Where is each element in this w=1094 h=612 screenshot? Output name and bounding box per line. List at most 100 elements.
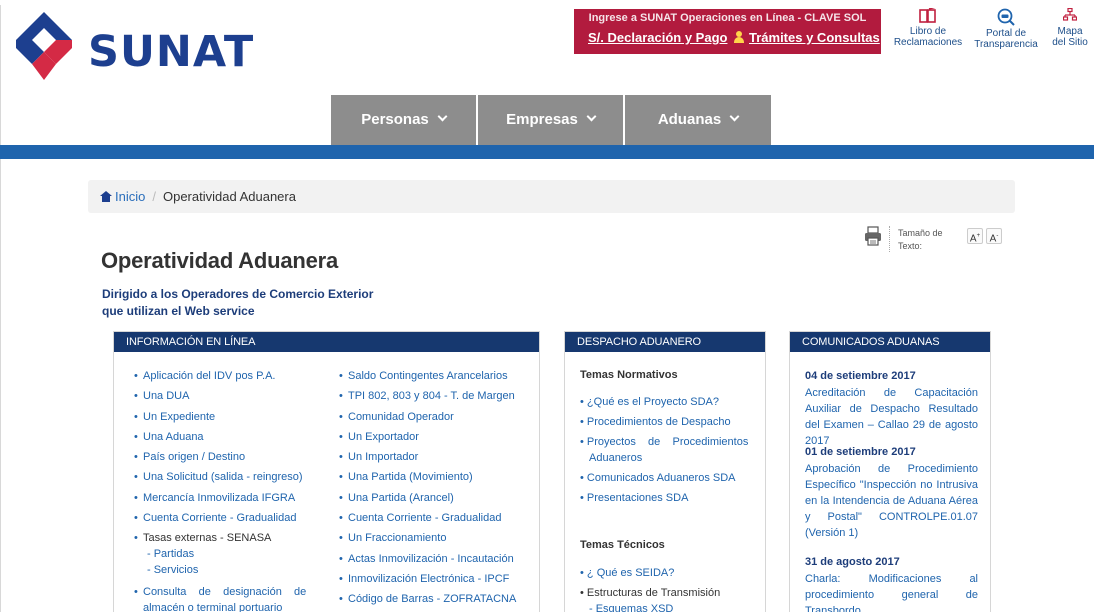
transparency-portal-icon [997,8,1015,26]
nav-aduanas[interactable]: Aduanas [625,95,771,145]
list-item[interactable]: • Comunicados Aduaneros SDA [580,470,758,486]
news-date: 31 de agosto 2017 [805,556,900,568]
breadcrumb-home-label: Inicio [115,189,146,204]
list-item-label: Un Fraccionamiento [348,532,447,545]
list-item[interactable]: • Procedimientos de Despacho [580,414,758,430]
list-item[interactable]: • Comunidad Operador [339,411,516,431]
list-item[interactable]: • Saldo Contingentes Arancelarios [339,370,516,390]
list-item-label: Estructuras de Transmisión [586,587,721,599]
list-item[interactable]: • Presentaciones SDA [580,490,758,506]
despacho-aduanero-panel: DESPACHO ADUANERO Temas Normativos • ¿Qu… [564,331,766,612]
list-item[interactable]: • Una Aduana [134,431,303,451]
list-item[interactable]: • Cuenta Corriente - Gradualidad [134,512,303,532]
news-item[interactable]: 04 de setiembre 2017 Acreditación de Cap… [805,368,978,449]
temas-tecnicos-list: • ¿ Qué es SEIDA? • Estructuras de Trans… [580,565,758,612]
mapa-sitio-link[interactable]: Mapa del Sitio [1046,8,1094,48]
temas-normativos-heading: Temas Normativos [580,369,678,381]
list-item[interactable]: • Un Expediente [134,411,303,431]
libro-reclamaciones-link[interactable]: Libro de Reclamaciones [890,8,966,48]
list-item[interactable]: - Partidas [147,548,198,564]
list-item[interactable]: • TPI 802, 803 y 804 - T. de Margen [339,390,516,410]
sitemap-icon [1063,8,1077,21]
temas-tecnicos-heading: Temas Técnicos [580,539,665,551]
list-item[interactable]: • Un Fraccionamiento [339,532,516,552]
person-icon [734,31,744,43]
home-icon [100,191,112,202]
list-item[interactable]: - Servicios [147,564,198,580]
informacion-en-linea-panel: INFORMACIÓN EN LÍNEA • Aplicación del IDV… [113,331,540,612]
info-list-col2: • Saldo Contingentes Arancelarios • TPI 80… [339,370,516,612]
page-left-border [0,5,1,612]
list-item[interactable]: • Un Importador [339,451,516,471]
tramites-consultas-label: Trámites y Consultas [749,30,880,45]
panel-header: COMUNICADOS ADUANAS [790,332,990,352]
list-item-label: ¿ Qué es SEIDA? [586,567,675,579]
increase-text-button[interactable]: A+ [967,228,983,244]
list-item-label: Inmovilización Electrónica - IPCF [348,572,510,585]
list-item[interactable]: • Aplicación del IDV pos P.A. [134,370,303,390]
chevron-down-icon [729,111,740,122]
info-list-col1: • Aplicación del IDV pos P.A. • Una DUA • U… [134,370,303,553]
list-item-label: Actas Inmovilización - Incautación [348,552,514,565]
list-item[interactable]: • Una Partida (Movimiento) [339,471,516,491]
sunat-logo[interactable]: SUNAT [14,10,254,85]
sunat-logo-mark-icon [16,12,72,80]
portal-transparencia-line2: Transparencia [974,39,1038,50]
list-item[interactable]: • Un Exportador [339,431,516,451]
list-item[interactable]: • ¿ Qué es SEIDA? [580,565,758,581]
breadcrumb-home-link[interactable]: Inicio [100,189,145,204]
increase-text-sup: + [976,233,981,239]
news-item[interactable]: 31 de agosto 2017 Charla: Modificaciones… [805,554,978,612]
site-header: SUNAT Ingrese a SUNAT Operaciones en Lín… [0,0,1094,95]
list-item-label: Saldo Contingentes Arancelarios [348,370,508,382]
tramites-consultas-link[interactable]: Trámites y Consultas [734,30,880,45]
list-item[interactable]: • Código de Barras - ZOFRATACNA [339,593,516,612]
libro-reclamaciones-line2: Reclamaciones [893,37,963,48]
list-item[interactable]: • Mercancía Inmovilizada IFGRA [134,492,303,512]
list-item[interactable]: • Cuenta Corriente - Gradualidad [339,512,516,532]
decrease-text-button[interactable]: A- [986,228,1002,244]
nav-personas-label: Personas [361,111,429,128]
list-item-label: Una DUA [143,390,190,403]
tools-divider [889,226,890,252]
list-item[interactable]: • Una Solicitud (salida - reingreso) [134,471,303,491]
nav-empresas-label: Empresas [506,111,578,128]
nav-blue-bar [0,145,1094,159]
print-icon[interactable] [864,225,882,247]
nav-personas[interactable]: Personas [331,95,478,145]
nav-empresas[interactable]: Empresas [478,95,625,145]
list-item[interactable]: • ¿Qué es el Proyecto SDA? [580,394,758,410]
page-subtitle-line2: que utilizan el Web service [102,304,255,318]
sunat-logo-text: SUNAT [88,27,255,77]
list-item-label: Una Solicitud (salida - reingreso) [143,471,303,484]
page-title: Operatividad Aduanera [101,248,339,273]
news-item[interactable]: 01 de setiembre 2017 Aprobación de Proce… [805,444,978,541]
list-item-label: Una Aduana [143,430,204,443]
list-item-label: Tasas externas - SENASA [143,532,272,545]
nav-aduanas-label: Aduanas [657,111,722,128]
text-size-label-line2: Texto: [898,241,923,251]
list-item-label: Aplicación del IDV pos P.A. [143,370,276,382]
page-subtitle-line1: Dirigido a los Operadores de Comercio Ex… [102,287,374,301]
chevron-down-icon [586,111,597,122]
list-item[interactable]: • Actas Inmovilización - Incautación [339,553,516,573]
list-item[interactable]: • Consulta de designación de almacén o te… [134,584,324,612]
list-item[interactable]: • Proyectos de Procedimientos Aduaneros [580,434,758,466]
list-item[interactable]: • Una DUA [134,390,303,410]
clave-sol-box: Ingrese a SUNAT Operaciones en Línea - C… [574,9,881,54]
increase-text-label: A [969,233,977,245]
list-item-label: Una Partida (Arancel) [348,491,454,504]
list-item-sub[interactable]: - Esquemas XSD [580,601,758,612]
portal-transparencia-line1: Portal de [985,28,1027,39]
news-date: 04 de setiembre 2017 [805,370,916,382]
list-item[interactable]: • Inmovilización Electrónica - IPCF [339,573,516,593]
news-text: Charla: Modificaciones al procedimiento … [805,573,978,612]
declaracion-pago-link[interactable]: S/. Declaración y Pago [588,30,727,45]
panel-header: DESPACHO ADUANERO [565,332,765,352]
portal-transparencia-link[interactable]: Portal de Transparencia [968,8,1044,50]
list-item[interactable]: • Una Partida (Arancel) [339,492,516,512]
text-size-label: Tamaño de Texto: [898,227,948,253]
list-item-label: Código de Barras - ZOFRATACNA [348,593,517,606]
list-item[interactable]: • País origen / Destino [134,451,303,471]
decrease-text-sup: - [996,233,999,239]
